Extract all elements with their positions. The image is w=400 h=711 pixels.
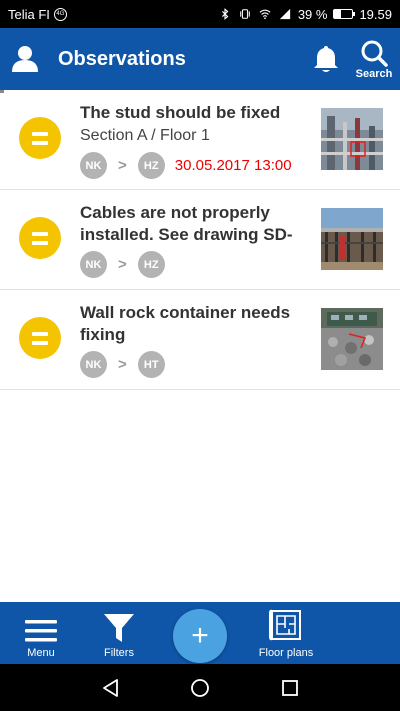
clock: 19.59	[359, 6, 392, 22]
filters-label: Filters	[104, 647, 134, 659]
observations-list: The stud should be fixed Section A / Flo…	[0, 90, 400, 390]
battery-icon	[333, 9, 356, 19]
android-nav-bar	[0, 664, 400, 711]
vibrate-icon	[240, 9, 250, 19]
observation-text: Wall rock container needs fixing NK > HT	[80, 302, 310, 378]
sender-badge: NK	[80, 351, 107, 378]
assignee-badge: HZ	[137, 152, 165, 179]
sender-badge: NK	[80, 251, 107, 278]
battery-percent: 39 %	[297, 6, 328, 22]
observation-item[interactable]: Cables are not properly installed. See d…	[0, 190, 400, 290]
observation-item[interactable]: The stud should be fixed Section A / Flo…	[0, 90, 400, 190]
search-button[interactable]: Search	[348, 28, 400, 90]
carrier-badge: 4G	[53, 7, 67, 21]
search-icon	[361, 40, 388, 67]
signal-icon	[279, 8, 290, 20]
notifications-button[interactable]	[304, 28, 348, 90]
add-observation-button[interactable]: +	[173, 609, 227, 663]
observation-item[interactable]: Wall rock container needs fixing NK > HT	[0, 290, 400, 390]
menu-label: Menu	[27, 647, 55, 659]
bell-icon	[314, 46, 338, 72]
carrier-name: Telia FI	[8, 6, 50, 22]
chevron-right-icon: >	[118, 356, 127, 373]
floor-plans-label: Floor plans	[258, 647, 314, 659]
floor-plans-button[interactable]: Floor plans	[250, 602, 322, 664]
observation-meta: NK > HZ	[80, 251, 310, 278]
scroll-indicator	[0, 90, 4, 93]
floor-plan-icon	[269, 609, 301, 641]
observation-title: The stud should be fixed	[80, 103, 281, 122]
observation-location: Section A / Floor 1	[80, 127, 210, 144]
page-title: Observations	[58, 47, 186, 70]
recents-icon[interactable]	[280, 678, 300, 698]
equals-icon	[19, 117, 61, 159]
home-icon[interactable]	[190, 678, 210, 698]
menu-button[interactable]: Menu	[16, 602, 66, 664]
equals-icon	[19, 317, 61, 359]
bottom-nav: Menu Filters + Floor plans	[0, 602, 400, 664]
search-label: Search	[355, 67, 393, 80]
observation-meta: NK > HT	[80, 351, 310, 378]
app-header: Observations Search	[0, 28, 400, 90]
bluetooth-icon	[221, 8, 229, 20]
user-profile-button[interactable]	[0, 28, 50, 90]
chevron-right-icon: >	[118, 256, 127, 273]
hamburger-icon	[25, 620, 57, 642]
due-date: 30.05.2017 13:00	[174, 157, 292, 174]
status-bar: Telia FI 4G 39 % 19.59	[0, 0, 400, 28]
equals-icon	[19, 217, 61, 259]
observation-meta: NK > HZ 30.05.2017 13:00	[80, 152, 310, 179]
observation-thumbnail[interactable]	[321, 208, 383, 270]
wifi-icon	[259, 9, 271, 20]
assignee-badge: HZ	[137, 251, 165, 278]
back-icon[interactable]	[101, 678, 121, 698]
observation-text: Cables are not properly installed. See d…	[80, 202, 310, 278]
user-icon	[12, 46, 38, 72]
observation-thumbnail[interactable]	[321, 108, 383, 170]
filter-icon	[104, 614, 134, 642]
observation-text: The stud should be fixed Section A / Flo…	[80, 102, 310, 179]
sender-badge: NK	[80, 152, 107, 179]
chevron-right-icon: >	[118, 157, 127, 174]
assignee-badge: HT	[137, 351, 165, 378]
observation-title: Cables are not properly installed. See d…	[80, 203, 293, 244]
observation-title: Wall rock container needs fixing	[80, 303, 291, 344]
filters-button[interactable]: Filters	[94, 602, 144, 664]
observation-thumbnail[interactable]	[321, 308, 383, 370]
